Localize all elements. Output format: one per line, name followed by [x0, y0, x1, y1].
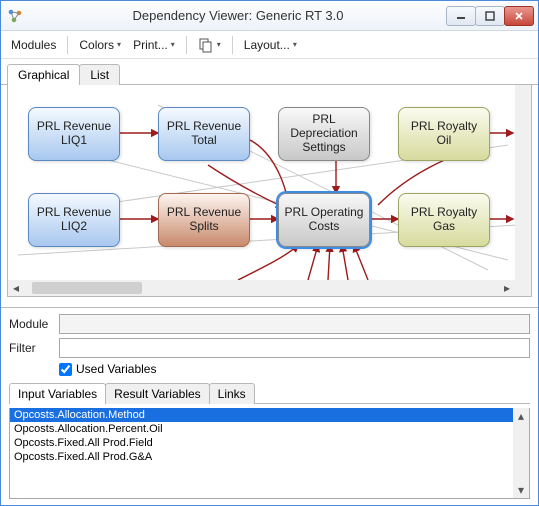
detail-tabstrip: Input Variables Result Variables Links	[9, 382, 530, 404]
scroll-down-icon[interactable]: ▾	[513, 482, 529, 498]
scroll-corner	[515, 280, 531, 296]
variables-list[interactable]: Opcosts.Allocation.Method Opcosts.Alloca…	[10, 408, 513, 498]
node-label: PRL Royalty Gas	[403, 206, 485, 234]
maximize-button[interactable]	[475, 6, 505, 26]
graph-pane: PRL Revenue LIQ1 PRL Revenue Total PRL D…	[7, 85, 532, 297]
node-prl-revenue-liq2[interactable]: PRL Revenue LIQ2	[28, 193, 120, 247]
node-label: PRL Revenue Splits	[163, 206, 245, 234]
list-item[interactable]: Opcosts.Allocation.Method	[10, 408, 513, 422]
used-variables-checkbox[interactable]	[59, 363, 72, 376]
copy-button[interactable]: ▾	[194, 35, 225, 55]
scroll-track[interactable]	[24, 280, 499, 296]
node-prl-revenue-liq1[interactable]: PRL Revenue LIQ1	[28, 107, 120, 161]
toolbar-label: Modules	[11, 38, 56, 52]
used-variables-row: Used Variables	[9, 362, 530, 376]
titlebar: Dependency Viewer: Generic RT 3.0	[1, 1, 538, 31]
scroll-up-icon[interactable]: ▴	[513, 408, 529, 424]
graph-horizontal-scrollbar[interactable]: ◂ ▸	[8, 280, 515, 296]
app-window: Dependency Viewer: Generic RT 3.0 Module…	[0, 0, 539, 506]
minimize-button[interactable]	[446, 6, 476, 26]
scroll-right-icon[interactable]: ▸	[499, 280, 515, 296]
detail-pane: Module Filter Used Variables Input Varia…	[1, 307, 538, 505]
node-label: PRL Revenue LIQ1	[33, 120, 115, 148]
list-item[interactable]: Opcosts.Fixed.All Prod.G&A	[10, 450, 513, 464]
filter-label: Filter	[9, 341, 53, 355]
module-row: Module	[9, 314, 530, 334]
toolbar-separator	[67, 36, 68, 54]
print-menu[interactable]: Print...▾	[129, 36, 179, 54]
layout-menu[interactable]: Layout...▾	[240, 36, 301, 54]
node-prl-operating-costs[interactable]: PRL Operating Costs	[278, 193, 370, 247]
window-title: Dependency Viewer: Generic RT 3.0	[29, 8, 447, 23]
list-item[interactable]: Opcosts.Fixed.All Prod.Field	[10, 436, 513, 450]
list-item[interactable]: Opcosts.Allocation.Percent.Oil	[10, 422, 513, 436]
node-label: PRL Depreciation Settings	[283, 113, 365, 154]
app-icon	[1, 8, 29, 24]
dropdown-icon: ▾	[293, 40, 297, 49]
node-prl-depreciation[interactable]: PRL Depreciation Settings	[278, 107, 370, 161]
colors-menu[interactable]: Colors▾	[75, 36, 125, 54]
node-prl-royalty-oil[interactable]: PRL Royalty Oil	[398, 107, 490, 161]
used-variables-label: Used Variables	[76, 362, 156, 376]
tab-input-variables[interactable]: Input Variables	[9, 383, 106, 404]
dropdown-icon: ▾	[117, 40, 121, 49]
tab-graphical[interactable]: Graphical	[7, 64, 80, 85]
toolbar-label: Print...	[133, 38, 168, 52]
list-vertical-scrollbar[interactable]: ▴ ▾	[513, 408, 529, 498]
toolbar-label: Layout...	[244, 38, 290, 52]
tab-result-variables[interactable]: Result Variables	[105, 383, 209, 404]
node-prl-revenue-total[interactable]: PRL Revenue Total	[158, 107, 250, 161]
node-label: PRL Revenue Total	[163, 120, 245, 148]
filter-input[interactable]	[59, 338, 530, 358]
tab-label: Graphical	[18, 68, 69, 82]
node-prl-revenue-splits[interactable]: PRL Revenue Splits	[158, 193, 250, 247]
dropdown-icon: ▾	[217, 40, 221, 49]
node-prl-royalty-gas[interactable]: PRL Royalty Gas	[398, 193, 490, 247]
scroll-left-icon[interactable]: ◂	[8, 280, 24, 296]
view-tabstrip: Graphical List	[1, 59, 538, 85]
dropdown-icon: ▾	[171, 40, 175, 49]
tab-label: Input Variables	[18, 387, 97, 401]
toolbar-label: Colors	[79, 38, 114, 52]
graph-canvas[interactable]: PRL Revenue LIQ1 PRL Revenue Total PRL D…	[8, 85, 515, 280]
tab-list[interactable]: List	[79, 64, 120, 85]
close-button[interactable]	[504, 6, 534, 26]
graph-vertical-scrollbar[interactable]	[515, 85, 531, 280]
toolbar: Modules Colors▾ Print...▾ ▾ Layout...▾	[1, 31, 538, 59]
node-label: PRL Revenue LIQ2	[33, 206, 115, 234]
filter-row: Filter	[9, 338, 530, 358]
variables-listbox: Opcosts.Allocation.Method Opcosts.Alloca…	[9, 408, 530, 499]
module-field	[59, 314, 530, 334]
scroll-thumb[interactable]	[32, 282, 142, 294]
toolbar-separator	[232, 36, 233, 54]
modules-menu[interactable]: Modules	[7, 36, 60, 54]
node-label: PRL Royalty Oil	[403, 120, 485, 148]
window-controls	[447, 6, 538, 26]
tab-label: Links	[218, 387, 246, 401]
module-label: Module	[9, 317, 53, 331]
tab-label: Result Variables	[114, 387, 200, 401]
toolbar-separator	[186, 36, 187, 54]
copy-icon	[198, 37, 214, 53]
tab-label: List	[90, 68, 109, 82]
tab-links[interactable]: Links	[209, 383, 255, 404]
node-label: PRL Operating Costs	[283, 206, 365, 234]
